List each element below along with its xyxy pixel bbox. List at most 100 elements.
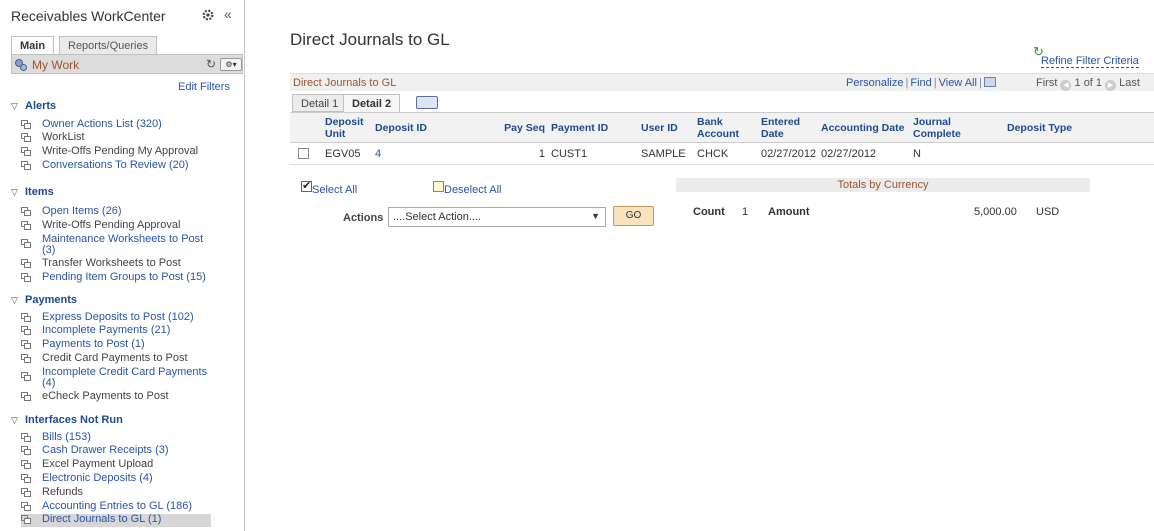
personalize-link[interactable]: Personalize	[846, 77, 903, 89]
link-icon	[21, 392, 31, 401]
grid-toolbar: Personalize | Find | View All |	[846, 77, 996, 89]
collapse-triangle-icon: ▽	[11, 415, 18, 425]
sidebar-item-label[interactable]: Payments to Post (1)	[42, 339, 222, 350]
refresh-icon[interactable]: ↻	[206, 57, 216, 71]
sidebar-item-label[interactable]: Owner Actions List (320)	[42, 119, 222, 130]
section-items[interactable]: ▽ Items	[11, 186, 54, 198]
data-grid: Deposit Unit Deposit ID Pay Seq Payment …	[290, 112, 1154, 165]
last-label[interactable]: Last	[1119, 77, 1140, 89]
sidebar-item-label[interactable]: Accounting Entries to GL (186)	[42, 501, 222, 512]
column-header-bank-account[interactable]: Bank Account	[694, 112, 758, 143]
cell-deposit-unit: EGV05	[322, 142, 372, 165]
sidebar-item-label[interactable]: Direct Journals to GL (1)	[42, 514, 222, 525]
link-icon	[21, 502, 31, 511]
sidebar-item-label: Excel Payment Upload	[42, 458, 154, 470]
section-alerts[interactable]: ▽ Alerts	[11, 100, 56, 112]
view-all-link[interactable]: View All	[939, 77, 977, 89]
link-icon	[21, 446, 31, 455]
column-header-payment-id[interactable]: Payment ID	[548, 112, 638, 143]
column-header-deposit-type[interactable]: Deposit Type	[1004, 112, 1154, 143]
link-icon	[21, 259, 31, 268]
sidebar-item-label[interactable]: Maintenance Worksheets to Post (3)	[42, 234, 214, 256]
my-work-label: My Work	[32, 58, 80, 72]
link-icon	[21, 239, 31, 248]
edit-filters-link[interactable]: Edit Filters	[178, 81, 230, 93]
sidebar-item-label: Credit Card Payments to Post	[42, 352, 188, 364]
section-label: Payments	[25, 294, 77, 306]
link-icon	[21, 133, 31, 142]
tab-reports-queries[interactable]: Reports/Queries	[59, 36, 158, 54]
actions-dropdown[interactable]: ....Select Action.... ▼	[388, 207, 606, 227]
first-label[interactable]: First	[1036, 77, 1057, 89]
next-icon[interactable]: ▶	[1105, 80, 1117, 91]
section-payments[interactable]: ▽ Payments	[11, 294, 77, 306]
table-row: EGV05 4 1 CUST1 SAMPLE CHCK 02/27/2012 0…	[290, 142, 1154, 165]
cell-payment-id: CUST1	[548, 142, 638, 165]
select-all-button[interactable]: Select All	[301, 179, 358, 196]
link-icon	[21, 433, 31, 442]
amount-label: Amount	[768, 206, 810, 218]
collapse-icon[interactable]: «	[224, 6, 232, 22]
sidebar-item-label[interactable]: Bills (153)	[42, 432, 222, 443]
deselect-all-button[interactable]: Deselect All	[433, 181, 501, 196]
sidebar-item-label: Refunds	[42, 486, 83, 498]
link-icon	[21, 161, 31, 170]
sidebar-item-label[interactable]: Cash Drawer Receipts (3)	[42, 445, 222, 456]
show-all-columns-icon[interactable]	[416, 96, 438, 109]
actions-label: Actions	[343, 212, 384, 224]
chevron-down-icon: ▼	[591, 211, 600, 221]
section-label: Items	[25, 186, 54, 198]
sidebar: Receivables WorkCenter « Main Reports/Qu…	[0, 0, 245, 531]
link-icon	[21, 474, 31, 483]
download-grid-icon[interactable]	[983, 77, 996, 87]
link-icon	[21, 515, 31, 524]
grid-header: Direct Journals to GL Personalize | Find | V…	[290, 73, 1154, 91]
row-range: 1 of 1	[1074, 77, 1103, 89]
sidebar-item-label[interactable]: Incomplete Payments (21)	[42, 325, 222, 336]
tab-detail-2[interactable]: Detail 2	[343, 94, 401, 112]
sidebar-item-label: eCheck Payments to Post	[42, 390, 169, 402]
tab-detail-1[interactable]: Detail 1	[292, 94, 348, 112]
sidebar-item-label[interactable]: Incomplete Credit Card Payments (4)	[42, 367, 214, 389]
options-dropdown-icon[interactable]: ⚙▾	[220, 58, 242, 71]
column-header-accounting-date[interactable]: Accounting Date	[818, 112, 910, 143]
sidebar-item-label[interactable]: Express Deposits to Post (102)	[42, 312, 222, 323]
sidebar-title: Receivables WorkCenter	[11, 8, 166, 24]
column-header-entered-date[interactable]: Entered Date	[758, 112, 818, 143]
section-interfaces-not-run[interactable]: ▽ Interfaces Not Run	[11, 414, 123, 426]
cell-entered-date: 02/27/2012	[758, 142, 818, 165]
link-icon	[21, 488, 31, 497]
grid-pagination: First ◀ 1 of 1 ▶ Last	[1036, 77, 1140, 91]
sidebar-item-label[interactable]: Electronic Deposits (4)	[42, 473, 222, 484]
row-select-checkbox[interactable]	[298, 148, 309, 160]
sidebar-item-label[interactable]: Open Items (26)	[42, 206, 222, 217]
select-all-label: Select All	[312, 184, 358, 196]
deselect-all-label: Deselect All	[444, 184, 502, 196]
column-header-deposit-unit[interactable]: Deposit Unit	[322, 112, 372, 143]
sidebar-item-direct-journals[interactable]: Direct Journals to GL (1)	[21, 514, 211, 527]
unchecked-box-icon	[433, 181, 444, 192]
column-header-journal-complete[interactable]: Journal Complete	[910, 112, 1004, 143]
column-header-user-id[interactable]: User ID	[638, 112, 694, 143]
column-header-pay-seq[interactable]: Pay Seq	[492, 112, 548, 143]
link-icon	[21, 460, 31, 469]
my-work-icon	[15, 59, 27, 71]
sidebar-item-label: Write-Offs Pending Approval	[42, 219, 181, 231]
link-icon	[21, 221, 31, 230]
column-header-deposit-id[interactable]: Deposit ID	[372, 112, 492, 143]
link-icon	[21, 340, 31, 349]
sidebar-header: Receivables WorkCenter «	[0, 0, 245, 30]
link-icon	[21, 273, 31, 282]
table-header-row: Deposit Unit Deposit ID Pay Seq Payment …	[290, 112, 1154, 143]
sidebar-item-label[interactable]: Pending Item Groups to Post (15)	[42, 272, 222, 283]
find-link[interactable]: Find	[910, 77, 931, 89]
cell-deposit-id-link[interactable]: 4	[375, 148, 381, 160]
sidebar-item-label[interactable]: Conversations To Review (20)	[42, 160, 222, 171]
gear-icon[interactable]	[202, 9, 214, 21]
tab-main[interactable]: Main	[11, 36, 55, 54]
link-icon	[21, 120, 31, 129]
go-button[interactable]: GO	[613, 206, 654, 226]
previous-icon[interactable]: ◀	[1060, 80, 1072, 91]
refine-filter-criteria-link[interactable]: Refine Filter Criteria	[1041, 55, 1139, 68]
my-work-bar: My Work ↻ ⚙▾	[11, 54, 243, 74]
